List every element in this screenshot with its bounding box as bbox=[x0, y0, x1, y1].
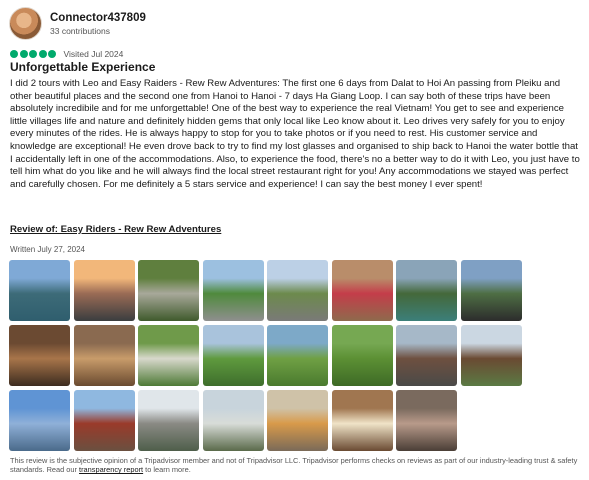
review-photo-street-food[interactable] bbox=[73, 325, 135, 386]
review-photo-green-terraces[interactable] bbox=[331, 325, 393, 386]
review-photo-sunset-valley[interactable] bbox=[73, 260, 135, 321]
review-of-link[interactable]: Review of: Easy Riders - Rew Rew Adventu… bbox=[10, 224, 221, 235]
review-title: Unforgettable Experience bbox=[10, 60, 156, 74]
review-photo-mountain-road[interactable] bbox=[202, 260, 264, 321]
review-photo-waterfall-forest[interactable] bbox=[138, 260, 199, 321]
review-photo-market-crafts[interactable] bbox=[9, 325, 70, 386]
review-photo-riders-selfie[interactable] bbox=[460, 260, 522, 321]
rating-bubble-icon bbox=[10, 50, 18, 58]
rating-bubble-icon bbox=[48, 50, 56, 58]
contribution-count: 33 contributions bbox=[50, 25, 111, 36]
review-body: I did 2 tours with Leo and Easy Raiders … bbox=[10, 78, 580, 190]
review-photo-serpentine-road[interactable] bbox=[138, 325, 199, 386]
review-photo-stilt-house[interactable] bbox=[460, 325, 522, 386]
review-photo-river-canyon[interactable] bbox=[396, 260, 457, 321]
review-photo-waterfall-rocks[interactable] bbox=[138, 390, 199, 451]
photo-grid bbox=[9, 260, 529, 455]
review-photo-local-villagers[interactable] bbox=[331, 260, 393, 321]
reviewer-header: Connector437809 33 contributions bbox=[9, 7, 146, 40]
review-photo-terraced-fields[interactable] bbox=[267, 325, 328, 386]
rating-bubble-icon bbox=[19, 50, 28, 58]
reviewer-info: Connector437809 33 contributions bbox=[50, 12, 146, 36]
reviewer-name[interactable]: Connector437809 bbox=[50, 12, 146, 24]
written-date: Written July 27, 2024 bbox=[10, 245, 86, 254]
transparency-report-link[interactable]: transparency report bbox=[79, 465, 143, 474]
review-photo-market-table[interactable] bbox=[396, 390, 457, 451]
disclaimer: This review is the subjective opinion of… bbox=[10, 456, 580, 475]
review-photo-coconut-drink[interactable] bbox=[267, 390, 328, 451]
review-photo-road-hills[interactable] bbox=[267, 260, 328, 321]
rating-bubble-icon bbox=[29, 50, 37, 58]
review-photo-noodle-dish[interactable] bbox=[331, 390, 393, 451]
review-photo-rice-valley[interactable] bbox=[202, 325, 264, 386]
review-photo-lake-mountains[interactable] bbox=[9, 260, 70, 321]
visited-date: Visited Jul 2024 bbox=[63, 49, 124, 59]
avatar[interactable] bbox=[9, 7, 42, 40]
review-photo-suspension-bridge[interactable] bbox=[396, 325, 457, 386]
rating-bubble-icon bbox=[38, 50, 47, 58]
review-photo-dam-spillway[interactable] bbox=[202, 390, 264, 451]
review-photo-temple-gate[interactable] bbox=[73, 390, 135, 451]
review-photo-lakeside-tower[interactable] bbox=[9, 390, 70, 451]
disclaimer-text-end: to learn more. bbox=[143, 465, 191, 475]
